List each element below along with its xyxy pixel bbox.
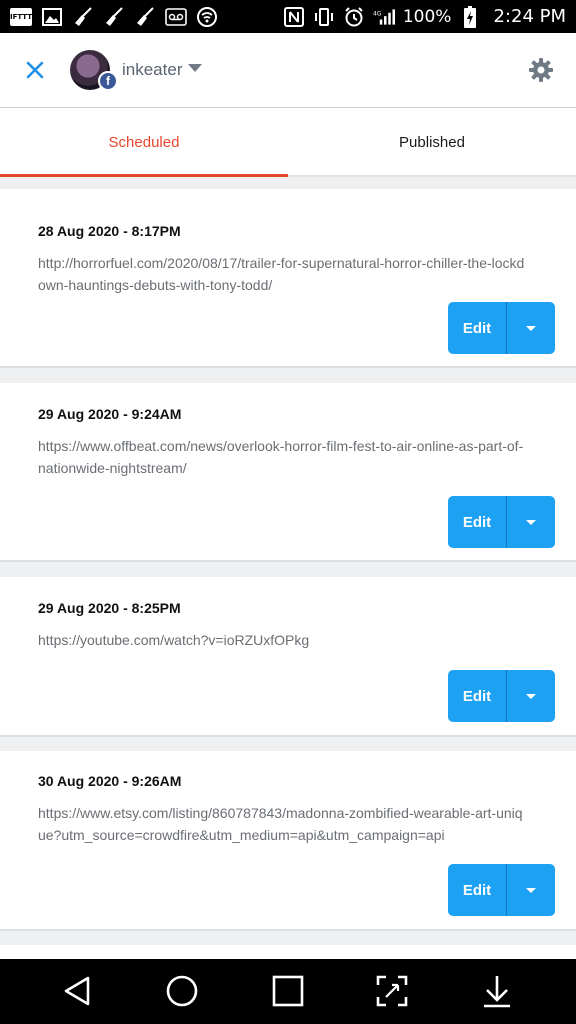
chevron-down-icon[interactable] [188,64,202,72]
voicemail-icon [165,7,187,27]
edit-button-group: Edit [448,302,555,354]
tab-bar: Scheduled Published [0,109,576,177]
system-nav-bar [0,959,576,1024]
ifttt-icon: IFTTT [10,7,32,26]
chevron-down-icon [526,693,536,699]
post-card: 29 Aug 2020 - 9:24AM https://www.offbeat… [0,383,576,562]
edit-options-button[interactable] [507,302,555,354]
post-card: 28 Aug 2020 - 8:17PM http://horrorfuel.c… [0,189,576,368]
post-date: 29 Aug 2020 - 9:24AM [38,406,182,422]
close-icon[interactable] [22,57,48,83]
clock: 2:24 PM [493,6,566,27]
edit-button[interactable]: Edit [448,864,506,916]
broom-icon [103,6,125,27]
edit-button-group: Edit [448,670,555,722]
edit-button[interactable]: Edit [448,496,506,548]
wifi-tether-icon [196,6,218,27]
image-icon [41,7,63,27]
screen-capture-icon[interactable] [374,973,410,1009]
post-date: 28 Aug 2020 - 8:17PM [38,223,181,239]
lte-signal-icon: 4G [373,7,395,27]
facebook-icon: f [98,71,118,91]
vibrate-icon [313,7,335,27]
home-icon[interactable] [164,973,200,1009]
edit-button-group: Edit [448,864,555,916]
post-url: https://youtube.com/watch?v=ioRZUxfOPkg [38,632,310,648]
post-url: http://horrorfuel.com/2020/08/17/trailer… [38,255,525,293]
nfc-icon [283,6,305,27]
edit-options-button[interactable] [507,496,555,548]
scheduled-posts-list[interactable]: 28 Aug 2020 - 8:17PM http://horrorfuel.c… [0,177,576,959]
edit-button[interactable]: Edit [448,670,506,722]
post-date: 29 Aug 2020 - 8:25PM [38,600,181,616]
app-header: inkeater [0,33,576,108]
edit-button-group: Edit [448,496,555,548]
status-bar-system: 4G 100% 2:24 PM [283,5,566,28]
post-card: 29 Aug 2020 - 8:25PM https://youtube.com… [0,577,576,737]
chevron-down-icon [526,887,536,893]
broom-icon [72,6,94,27]
battery-charging-icon [459,5,481,28]
post-url: https://www.offbeat.com/news/overlook-ho… [38,438,524,476]
chevron-down-icon [526,325,536,331]
battery-percent: 100% [402,6,452,27]
edit-options-button[interactable] [507,670,555,722]
svg-text:4G: 4G [373,11,382,17]
post-date: 30 Aug 2020 - 9:26AM [38,773,182,789]
tab-published[interactable]: Published [288,109,576,175]
edit-button[interactable]: Edit [448,302,506,354]
broom-icon [134,6,156,27]
alarm-icon [343,6,365,27]
back-icon[interactable] [60,973,96,1009]
status-bar-notifications: IFTTT [10,6,218,27]
post-url: https://www.etsy.com/listing/860787843/m… [38,805,523,843]
post-card-partial [0,945,576,959]
post-card: 30 Aug 2020 - 9:26AM https://www.etsy.co… [0,751,576,931]
edit-options-button[interactable] [507,864,555,916]
account-name[interactable]: inkeater [122,60,182,80]
gear-icon[interactable] [528,57,554,83]
tab-scheduled[interactable]: Scheduled [0,109,288,177]
status-bar: IFTTT 4G 100% 2:24 PM [0,0,576,33]
notification-pull-icon[interactable] [479,973,515,1009]
recents-icon[interactable] [270,973,306,1009]
chevron-down-icon [526,519,536,525]
